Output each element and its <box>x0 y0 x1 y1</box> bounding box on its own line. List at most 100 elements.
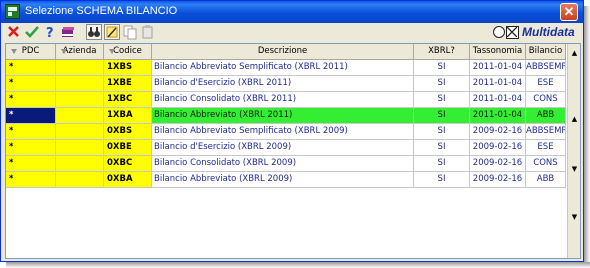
sort-arrow-icon <box>61 49 67 54</box>
cell-descrizione: Bilancio Consolidato (XBRL 2011) <box>152 92 414 108</box>
sort-arrow-icon <box>11 49 17 54</box>
col-header-tassonomia[interactable]: Tassonomia <box>470 44 526 59</box>
col-header-azienda[interactable]: Azienda <box>56 44 104 59</box>
cell-xbrl: SI <box>414 140 470 156</box>
window-shadow-bottom <box>6 262 590 268</box>
cell-descrizione: Bilancio Consolidato (XBRL 2009) <box>152 156 414 172</box>
cell-tassonomia: 2009-02-16 <box>470 156 526 172</box>
col-header-codice[interactable]: Codice <box>104 44 152 59</box>
page-down-icon[interactable]: ▼ <box>568 162 580 176</box>
cell-descrizione: Bilancio Abbreviato Semplificato (XBRL 2… <box>152 60 414 76</box>
binoculars-icon[interactable] <box>86 24 102 40</box>
grid-header: PDC Azienda Codice Descrizione XBRL? Tas… <box>6 44 566 60</box>
col-header-xbrl[interactable]: XBRL? <box>414 44 470 59</box>
cell-codice: 0XBA <box>104 172 152 188</box>
cell-xbrl: SI <box>414 156 470 172</box>
paste-icon[interactable] <box>140 24 156 40</box>
cell-pdc: * <box>6 76 56 92</box>
cell-pdc: * <box>6 156 56 172</box>
page-up-icon[interactable]: ▲ <box>568 112 580 126</box>
cell-bilancio: ESE <box>526 76 566 92</box>
table-row[interactable]: * 1XBC Bilancio Consolidato (XBRL 2011) … <box>6 92 566 108</box>
cell-bilancio: CONS <box>526 92 566 108</box>
vertical-scrollbar[interactable]: ▲ ▲ ▼ ▼ <box>567 44 580 258</box>
cell-xbrl: SI <box>414 124 470 140</box>
col-header-bilancio[interactable]: Bilancio <box>526 44 566 59</box>
window-shadow-right <box>584 6 590 268</box>
cell-xbrl: SI <box>414 76 470 92</box>
table-row[interactable]: * 0XBC Bilancio Consolidato (XBRL 2009) … <box>6 156 566 172</box>
table-row[interactable]: * 0XBE Bilancio d'Esercizio (XBRL 2009) … <box>6 140 566 156</box>
cell-codice: 1XBC <box>104 92 152 108</box>
cell-xbrl: SI <box>414 172 470 188</box>
confirm-check-icon[interactable] <box>24 24 40 40</box>
cell-bilancio: CONS <box>526 156 566 172</box>
cell-bilancio: ABBSEMP <box>526 60 566 76</box>
cell-codice: 1XBS <box>104 60 152 76</box>
cell-azienda <box>56 124 104 140</box>
grid-rows: * 1XBS Bilancio Abbreviato Semplificato … <box>6 60 566 188</box>
cell-pdc: * <box>6 124 56 140</box>
title-bar[interactable]: Selezione SCHEMA BILANCIO ✕ <box>1 1 583 23</box>
cell-tassonomia: 2009-02-16 <box>470 172 526 188</box>
dialog-window: Selezione SCHEMA BILANCIO ✕ ? Multidata … <box>0 0 584 262</box>
cell-descrizione: Bilancio d'Esercizio (XBRL 2009) <box>152 140 414 156</box>
cell-descrizione: Bilancio Abbreviato (XBRL 2009) <box>152 172 414 188</box>
cell-xbrl: SI <box>414 108 470 124</box>
cell-xbrl: SI <box>414 60 470 76</box>
cell-tassonomia: 2011-01-04 <box>470 92 526 108</box>
svg-text:?: ? <box>46 26 54 40</box>
cell-tassonomia: 2009-02-16 <box>470 140 526 156</box>
cell-tassonomia: 2011-01-04 <box>470 108 526 124</box>
cell-descrizione: Bilancio Abbreviato (XBRL 2011) <box>152 108 414 124</box>
cell-pdc: * <box>6 92 56 108</box>
cell-azienda <box>56 108 104 124</box>
cell-descrizione: Bilancio d'Esercizio (XBRL 2011) <box>152 76 414 92</box>
cell-azienda <box>56 76 104 92</box>
cell-tassonomia: 2009-02-16 <box>470 124 526 140</box>
cell-tassonomia: 2011-01-04 <box>470 60 526 76</box>
sort-arrow-icon <box>109 49 115 54</box>
books-icon[interactable] <box>60 24 76 40</box>
brand-name: Multidata <box>522 25 575 39</box>
cell-pdc: * <box>6 108 56 124</box>
cell-bilancio: ABBSEMP <box>526 124 566 140</box>
cancel-x-icon[interactable] <box>6 24 22 40</box>
multidata-logo: Multidata <box>493 24 575 40</box>
cell-bilancio: ABB <box>526 172 566 188</box>
logo-circle-icon <box>493 26 505 38</box>
table-row[interactable]: * 0XBS Bilancio Abbreviato Semplificato … <box>6 124 566 140</box>
logo-box-x-icon <box>506 25 519 39</box>
close-button[interactable]: ✕ <box>560 3 578 21</box>
cell-tassonomia: 2011-01-04 <box>470 76 526 92</box>
cell-descrizione: Bilancio Abbreviato Semplificato (XBRL 2… <box>152 124 414 140</box>
schema-grid[interactable]: PDC Azienda Codice Descrizione XBRL? Tas… <box>5 43 581 259</box>
window-title: Selezione SCHEMA BILANCIO <box>25 5 178 17</box>
cell-bilancio: ABB <box>526 108 566 124</box>
cell-azienda <box>56 172 104 188</box>
cell-pdc: * <box>6 172 56 188</box>
cell-codice: 1XBE <box>104 76 152 92</box>
help-question-icon[interactable]: ? <box>42 24 58 40</box>
cell-pdc: * <box>6 60 56 76</box>
edit-table-icon[interactable] <box>104 24 120 40</box>
toolbar: ? Multidata <box>2 23 583 41</box>
cell-xbrl: SI <box>414 92 470 108</box>
cell-azienda <box>56 156 104 172</box>
cell-azienda <box>56 60 104 76</box>
cell-azienda <box>56 92 104 108</box>
col-header-pdc[interactable]: PDC <box>6 44 56 59</box>
table-row-selected[interactable]: * 1XBA Bilancio Abbreviato (XBRL 2011) S… <box>6 108 566 124</box>
scroll-up-icon[interactable]: ▲ <box>568 46 580 60</box>
table-row[interactable]: * 0XBA Bilancio Abbreviato (XBRL 2009) S… <box>6 172 566 188</box>
cell-bilancio: ESE <box>526 140 566 156</box>
table-row[interactable]: * 1XBS Bilancio Abbreviato Semplificato … <box>6 60 566 76</box>
table-row[interactable]: * 1XBE Bilancio d'Esercizio (XBRL 2011) … <box>6 76 566 92</box>
col-header-descrizione[interactable]: Descrizione <box>152 44 414 59</box>
cell-codice: 0XBC <box>104 156 152 172</box>
copy-icon[interactable] <box>122 24 138 40</box>
cell-codice: 0XBS <box>104 124 152 140</box>
cell-codice: 1XBA <box>104 108 152 124</box>
cell-azienda <box>56 140 104 156</box>
scroll-down-icon[interactable]: ▼ <box>568 210 580 224</box>
